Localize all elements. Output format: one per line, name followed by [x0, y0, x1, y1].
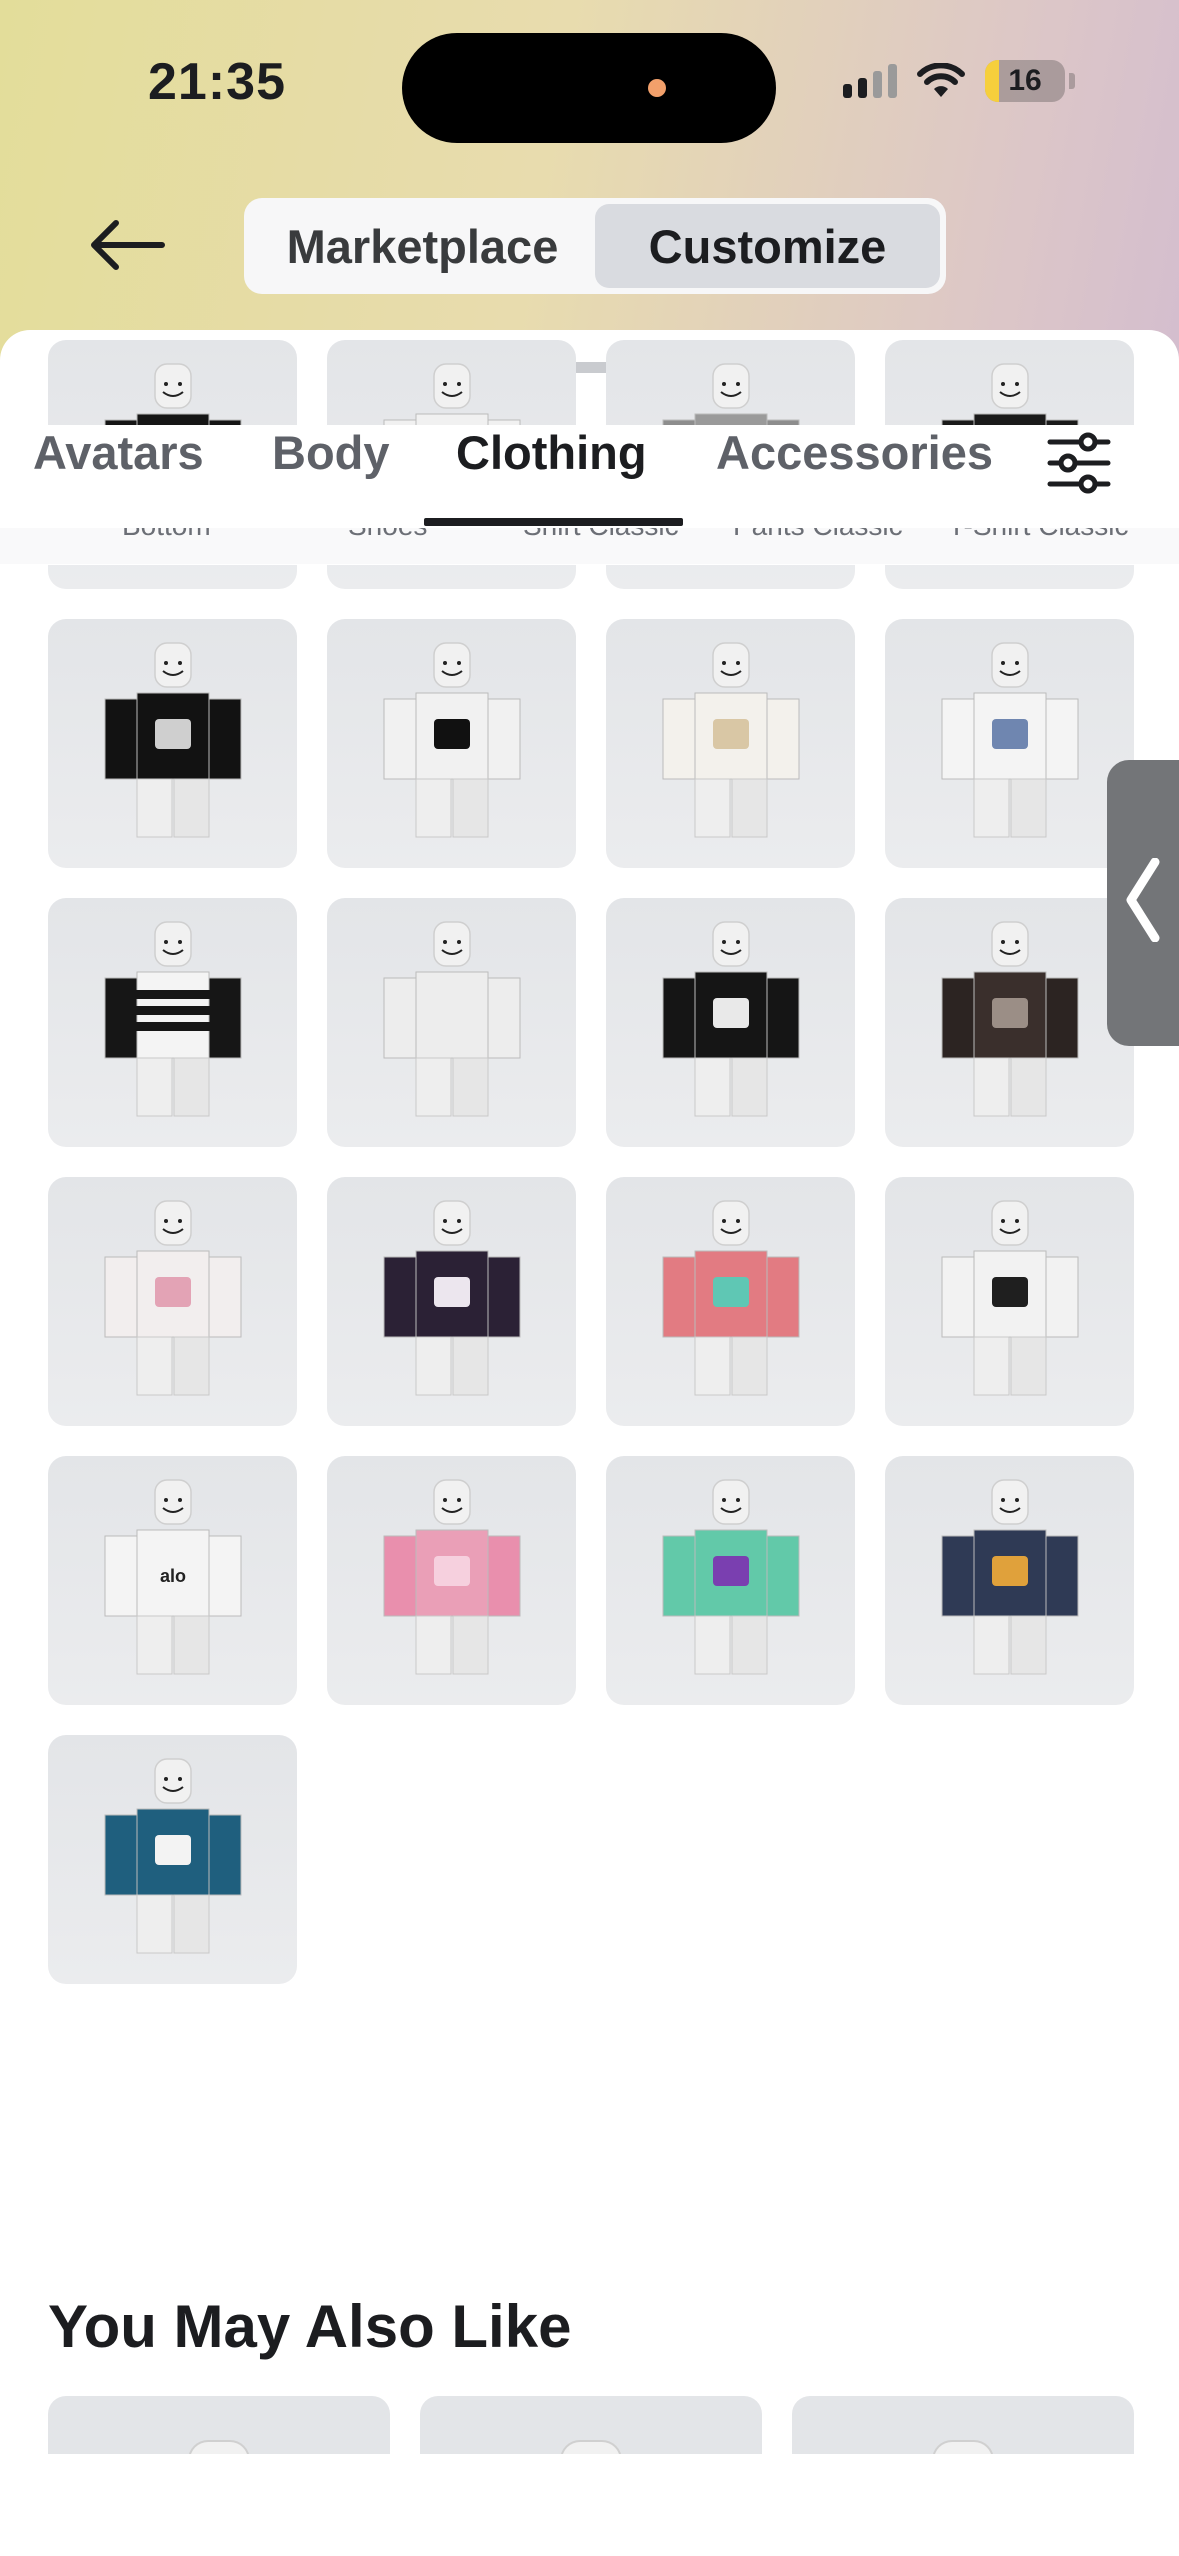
side-panel-toggle[interactable] — [1107, 760, 1179, 1046]
avatar-preview-icon — [383, 1200, 520, 1396]
clothing-item-tile[interactable] — [327, 1177, 576, 1426]
svg-text:alo: alo — [159, 1566, 185, 1586]
status-time: 21:35 — [148, 53, 286, 111]
avatar-preview-icon — [104, 1200, 241, 1396]
clothing-item-tile[interactable] — [48, 1735, 297, 1984]
avatar-preview-icon — [941, 642, 1078, 838]
clothing-item-tile[interactable] — [606, 619, 855, 868]
clothing-grid: alo — [0, 330, 1179, 2556]
chip-shoes[interactable]: Shoes — [348, 528, 427, 542]
bottom-fade — [0, 2454, 1179, 2556]
avatar-preview-icon — [383, 921, 520, 1117]
wifi-icon — [917, 63, 965, 97]
avatar-preview-icon — [662, 921, 799, 1117]
segmented-control: Marketplace Customize — [244, 198, 946, 294]
tab-body[interactable]: Body — [272, 425, 390, 480]
tab-avatars[interactable]: Avatars — [33, 425, 204, 480]
chevron-left-icon — [1126, 858, 1160, 942]
avatar-preview-icon — [383, 1479, 520, 1675]
chip-bottom[interactable]: Bottom — [122, 528, 211, 542]
clothing-item-tile[interactable] — [327, 1456, 576, 1705]
battery-level: 16 — [1008, 64, 1042, 97]
clothing-item-tile[interactable] — [606, 898, 855, 1147]
chip-tshirt-classic[interactable]: T-Shirt Classic — [948, 528, 1128, 542]
cellular-signal-icon — [843, 64, 897, 98]
avatar-preview-icon — [662, 1200, 799, 1396]
avatar-preview-icon — [941, 921, 1078, 1117]
filter-sliders-icon[interactable] — [1046, 432, 1112, 494]
clothing-item-tile[interactable] — [327, 898, 576, 1147]
avatar-preview-icon — [383, 642, 520, 838]
dynamic-island — [402, 33, 776, 143]
avatar-preview-icon — [662, 1479, 799, 1675]
tab-accessories[interactable]: Accessories — [716, 425, 993, 480]
clothing-item-tile[interactable] — [606, 1456, 855, 1705]
bottom-sheet: alo Avatars Body Clothing Accessories Bo… — [0, 330, 1179, 2556]
avatar-preview-icon: alo — [104, 1479, 241, 1675]
avatar-preview-icon — [941, 1479, 1078, 1675]
section-title: You May Also Like — [48, 2293, 572, 2360]
chip-shirt-classic[interactable]: Shirt Classic — [523, 528, 679, 542]
clothing-item-tile[interactable] — [885, 898, 1134, 1147]
tab-clothing[interactable]: Clothing — [456, 425, 647, 480]
active-tab-indicator — [424, 518, 683, 526]
avatar-preview-icon — [104, 1758, 241, 1954]
tab-customize[interactable]: Customize — [595, 204, 940, 288]
subcategory-chips: Bottom Shoes Shirt Classic Pants Classic… — [0, 528, 1179, 564]
clothing-item-tile[interactable] — [885, 619, 1134, 868]
clothing-item-tile[interactable] — [48, 1177, 297, 1426]
battery-icon: 16 — [985, 60, 1065, 102]
clothing-item-tile[interactable] — [48, 898, 297, 1147]
chip-pants-classic[interactable]: Pants Classic — [733, 528, 903, 542]
clothing-item-tile[interactable] — [606, 1177, 855, 1426]
clothing-item-tile[interactable] — [885, 1177, 1134, 1426]
avatar-preview-icon — [104, 642, 241, 838]
back-arrow-icon[interactable] — [86, 215, 166, 275]
avatar-preview-icon — [104, 921, 241, 1117]
avatar-preview-icon — [662, 642, 799, 838]
camera-indicator-icon — [648, 79, 666, 97]
status-icons: 16 — [843, 60, 1075, 102]
tab-marketplace[interactable]: Marketplace — [250, 204, 595, 288]
clothing-item-tile[interactable]: alo — [48, 1456, 297, 1705]
clothing-item-tile[interactable] — [327, 619, 576, 868]
clothing-item-tile[interactable] — [885, 1456, 1134, 1705]
clothing-item-tile[interactable] — [48, 619, 297, 868]
avatar-preview-icon — [941, 1200, 1078, 1396]
